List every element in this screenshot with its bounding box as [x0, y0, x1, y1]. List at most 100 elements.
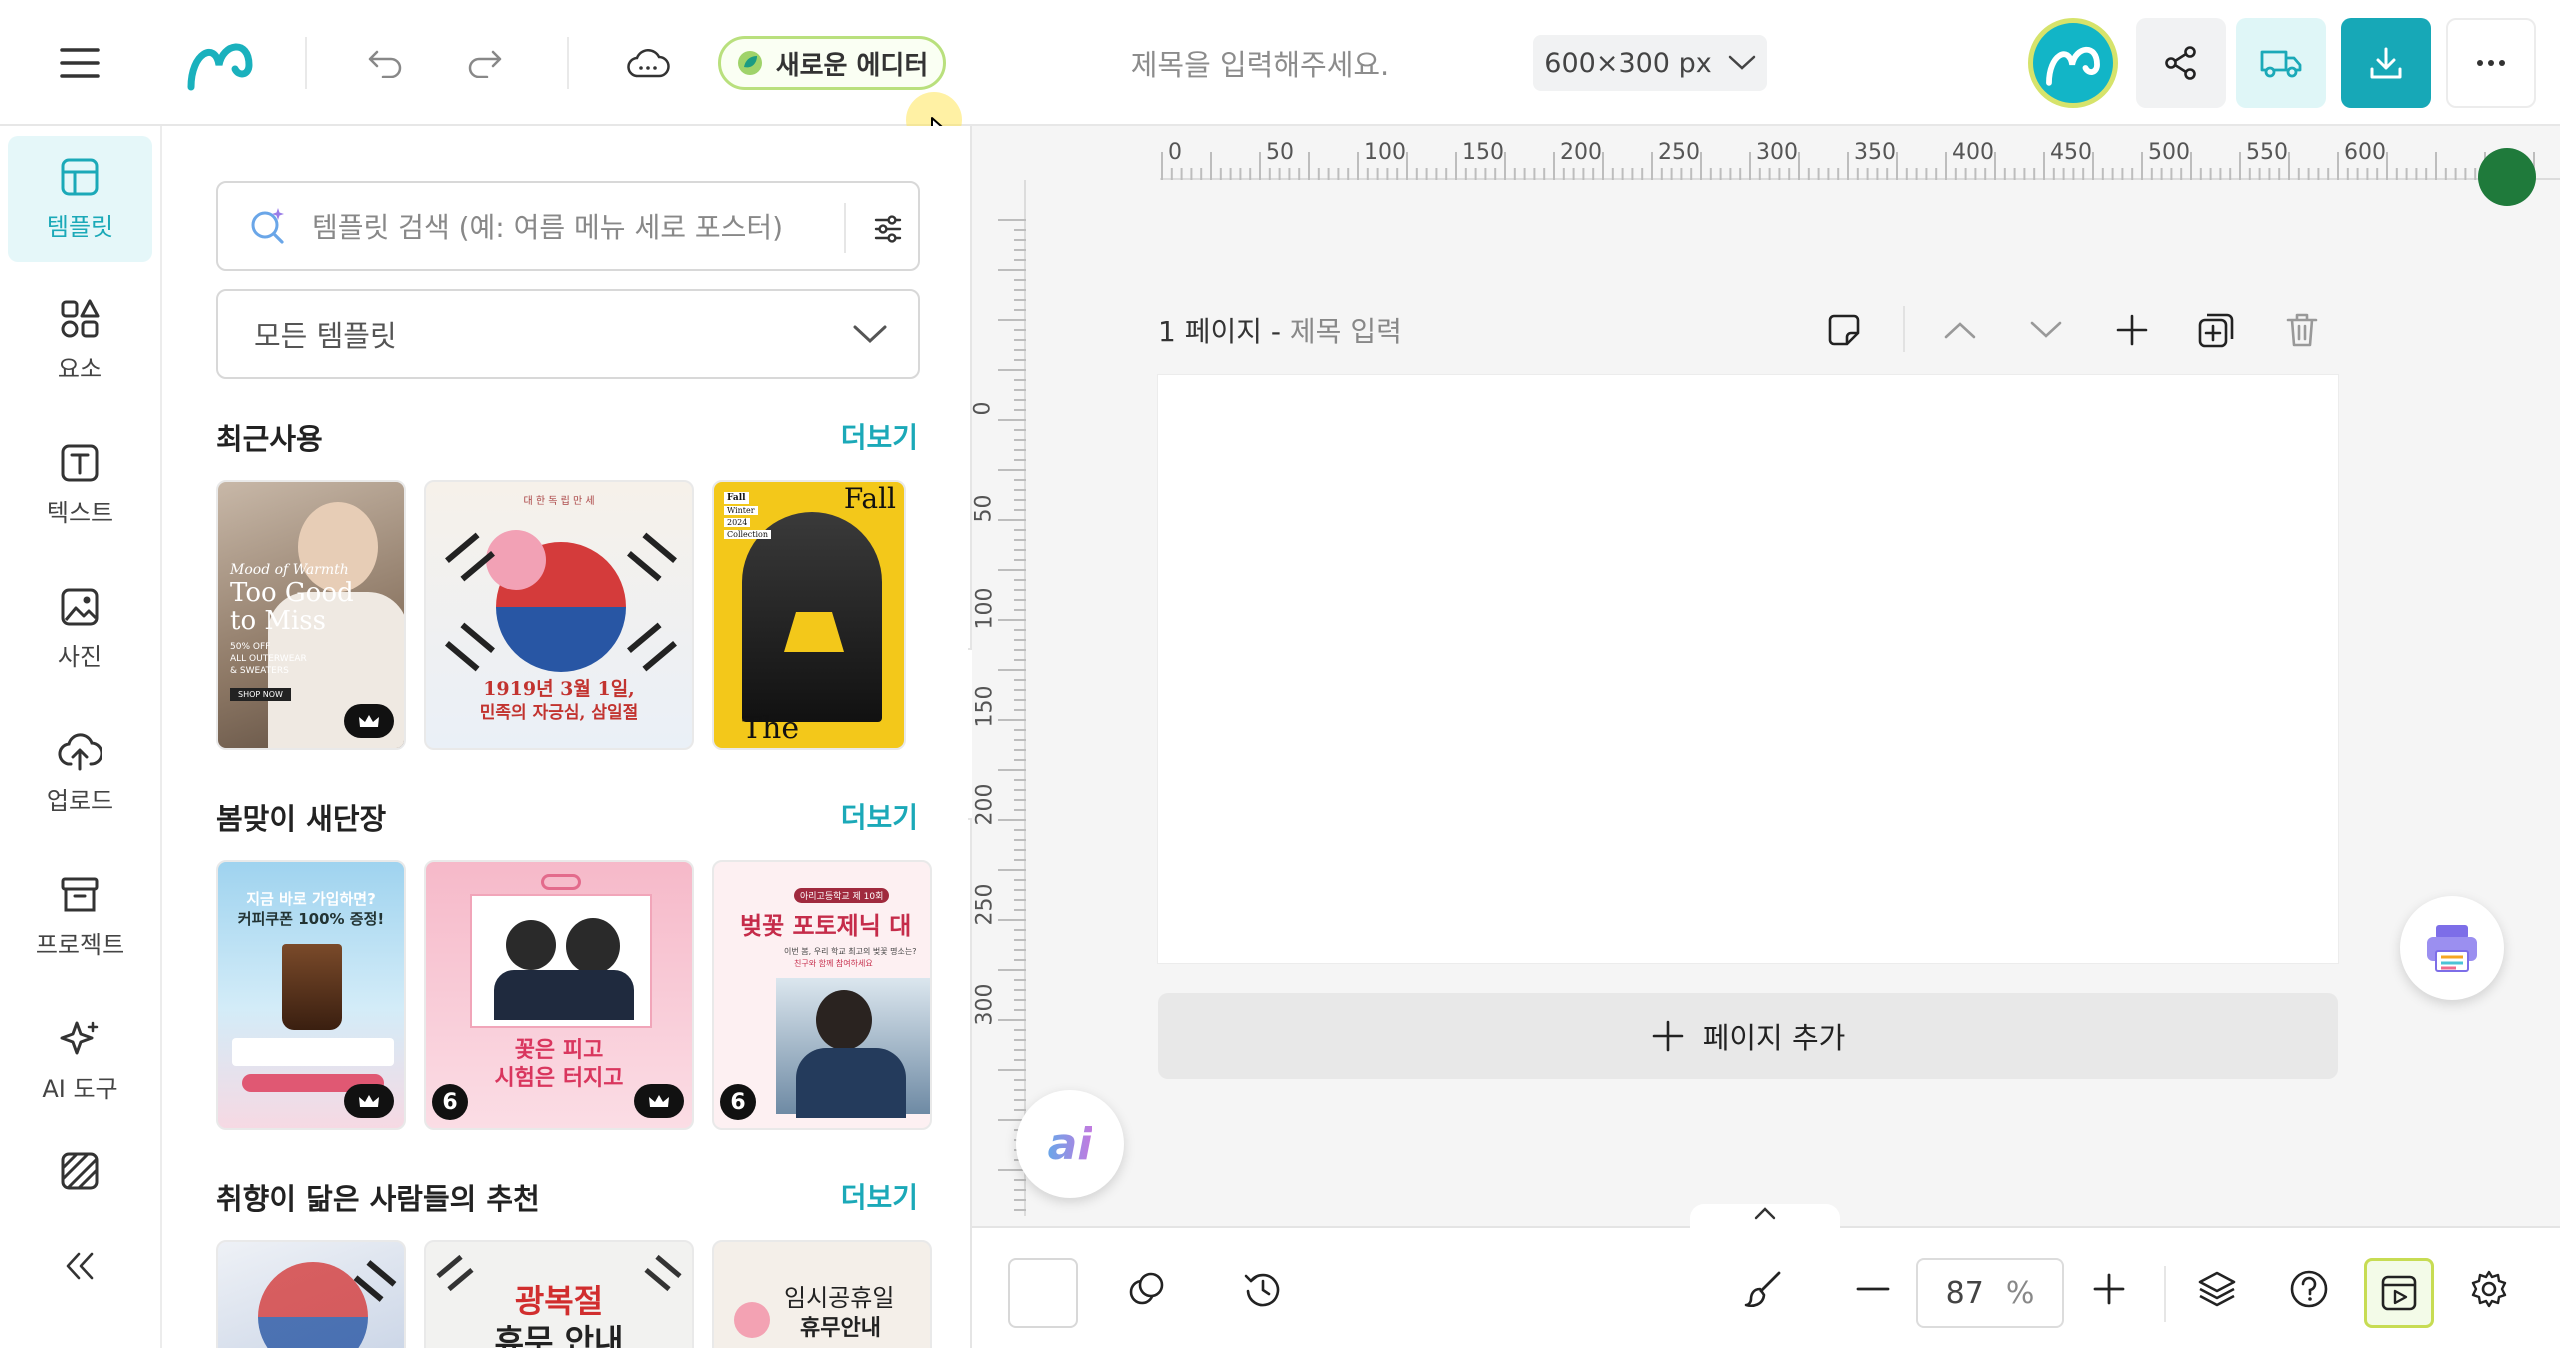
ruler-label: 100 — [972, 587, 998, 630]
template-thumb-exam[interactable]: 꽃은 피고 시험은 터지고 6 — [424, 860, 694, 1130]
background-color-swatch[interactable] — [1008, 1258, 1078, 1328]
ai-assistant-button[interactable]: ai — [1016, 1090, 1124, 1198]
ai-search-icon — [251, 208, 284, 244]
see-more-recent[interactable]: 더보기 — [841, 416, 918, 456]
rail-item-text[interactable]: 텍스트 — [8, 422, 152, 548]
menu-icon[interactable] — [52, 36, 108, 90]
add-page-button[interactable]: 페이지 추가 — [1158, 993, 2338, 1079]
print-order-button[interactable] — [2400, 896, 2504, 1000]
see-more-recommend[interactable]: 더보기 — [841, 1176, 918, 1216]
ruler-label: 150 — [972, 685, 998, 728]
template-category-select[interactable]: 모든 템플릿 — [216, 289, 920, 379]
shape-tool-button[interactable] — [1116, 1258, 1178, 1320]
more-options-button[interactable] — [2446, 18, 2536, 108]
cloud-save-icon[interactable] — [620, 38, 676, 88]
zoom-level-input[interactable]: 87 % — [1916, 1258, 2064, 1328]
thumb-text: 지금 바로 가입하면? — [246, 890, 376, 908]
zoom-out-button[interactable] — [1842, 1258, 1904, 1320]
design-page-canvas[interactable] — [1158, 375, 2338, 963]
page-background-button[interactable] — [1816, 302, 1872, 358]
undo-icon[interactable] — [360, 38, 410, 88]
delivery-button[interactable] — [2236, 18, 2326, 108]
brush-tool-button[interactable] — [1732, 1258, 1794, 1320]
horizontal-ruler: 0 50 100 150 200 250 300 350 400 450 500… — [1160, 126, 2560, 180]
template-category-value: 모든 템플릿 — [254, 319, 397, 353]
thumb-text: 임시공휴일 — [784, 1284, 895, 1312]
ruler-corner — [972, 126, 1160, 180]
rail-item-upload[interactable]: 업로드 — [8, 710, 152, 836]
see-more-spring[interactable]: 더보기 — [841, 796, 918, 836]
help-button[interactable] — [2278, 1258, 2340, 1320]
thumb-text: 커피쿠폰 100% 증정! — [237, 910, 385, 928]
template-thumb-fashion[interactable]: Mood of Warmth Too Good to Miss 50% OFF … — [216, 480, 406, 750]
thumb-text: to Miss — [230, 606, 326, 636]
rail-item-photo[interactable]: 사진 — [8, 566, 152, 692]
move-page-up-button[interactable] — [1932, 302, 1988, 358]
ruler-label: 50 — [1266, 140, 1294, 165]
template-thumb-samiljeol[interactable]: 대 한 독 립 만 세 1919년 3월 1일, 민족의 자긍심, 삼일절 — [424, 480, 694, 750]
expand-pages-handle[interactable] — [1690, 1204, 1840, 1230]
zoom-in-button[interactable] — [2078, 1258, 2140, 1320]
crown-icon — [649, 1095, 669, 1107]
layers-button[interactable] — [2186, 1258, 2248, 1320]
tool-rail: 템플릿 요소 텍스트 사진 업로드 프로젝트 AI 도구 — [0, 126, 162, 1348]
truck-icon — [2260, 50, 2302, 78]
delete-page-button[interactable] — [2274, 302, 2330, 358]
rail-item-project[interactable]: 프로젝트 — [8, 854, 152, 980]
preview-button[interactable] — [2364, 1258, 2434, 1328]
ruler-label: 0 — [970, 401, 996, 416]
rail-item-ai-tools[interactable]: AI 도구 — [8, 998, 152, 1124]
double-chevron-left-icon — [66, 1252, 94, 1280]
share-button[interactable] — [2136, 18, 2226, 108]
page-title-input[interactable]: 제목 입력 — [1290, 315, 1402, 348]
collapse-rail-button[interactable] — [8, 1230, 152, 1302]
thumb-text: 친구와 함께 참여하세요 — [794, 959, 873, 968]
template-thumb-liberation-day[interactable]: 광복절 휴무 안내 — [424, 1240, 694, 1348]
thumb-text: & SWEATERS — [230, 666, 289, 676]
canvas-size-select[interactable]: 600×300 px — [1533, 35, 1767, 91]
duplicate-page-button[interactable] — [2188, 302, 2244, 358]
ruler-label: 300 — [1756, 140, 1798, 165]
thumb-text: 이번 봄, 우리 학교 최고의 벚꽃 명소는? — [784, 947, 917, 956]
section-title-spring: 봄맞이 새단장 — [216, 802, 387, 836]
new-editor-button[interactable]: 새로운 에디터 — [718, 36, 946, 90]
zoom-value: 87 — [1945, 1275, 1984, 1311]
template-thumb-photogenic[interactable]: 아리고등학교 제 10회 벚꽃 포토제닉 대 이번 봄, 우리 학교 최고의 벚… — [712, 860, 932, 1130]
printer-icon — [2427, 925, 2477, 972]
template-thumb-flag[interactable] — [216, 1240, 406, 1348]
app-logo[interactable] — [180, 28, 260, 98]
ai-label: ai — [1047, 1118, 1093, 1170]
history-button[interactable] — [1232, 1258, 1294, 1320]
template-thumb-holiday[interactable]: 임시공휴일 휴무안내 — [712, 1240, 932, 1348]
thumb-text: 50% OFF — [230, 642, 271, 652]
crown-icon — [359, 715, 379, 727]
template-thumb-coffee-coupon[interactable]: 지금 바로 가입하면? 커피쿠폰 100% 증정! — [216, 860, 406, 1130]
download-icon — [2370, 47, 2402, 79]
template-panel: 템플릿 검색 (예: 여름 메뉴 세로 포스터) 모든 템플릿 최근사용 더보기… — [162, 126, 972, 1348]
filter-button[interactable] — [862, 203, 914, 255]
settings-button[interactable] — [2458, 1258, 2520, 1320]
template-thumb-fall-winter[interactable]: Fall Winter 2024 Collection Fall The — [712, 480, 906, 750]
pattern-icon — [61, 1152, 99, 1190]
template-search-input[interactable]: 템플릿 검색 (예: 여름 메뉴 세로 포스터) — [216, 181, 920, 271]
user-avatar[interactable] — [2028, 18, 2118, 108]
top-bar: 새로운 에디터 제목을 입력해주세요. 600×300 px — [0, 0, 2560, 126]
shapes-icon — [1129, 1272, 1164, 1305]
document-title-input[interactable]: 제목을 입력해주세요. — [1060, 30, 1460, 96]
collaborator-avatar[interactable] — [2478, 148, 2536, 206]
crown-icon — [359, 1095, 379, 1107]
page-label[interactable]: 1 페이지 - 제목 입력 — [1158, 310, 1402, 350]
redo-icon[interactable] — [460, 38, 510, 88]
search-placeholder: 템플릿 검색 (예: 여름 메뉴 세로 포스터) — [312, 211, 784, 244]
download-button[interactable] — [2341, 18, 2431, 108]
rail-item-pattern[interactable] — [8, 1126, 152, 1216]
ruler-label: 550 — [2246, 140, 2288, 165]
rail-item-elements[interactable]: 요소 — [8, 278, 152, 404]
thumb-text: Collection — [724, 530, 772, 539]
thumb-text: 아리고등학교 제 10회 — [794, 888, 890, 903]
rail-item-template[interactable]: 템플릿 — [8, 136, 152, 262]
premium-badge — [344, 704, 394, 738]
add-page-icon-button[interactable] — [2104, 302, 2160, 358]
move-page-down-button[interactable] — [2018, 302, 2074, 358]
thumb-text: Winter — [724, 506, 758, 515]
